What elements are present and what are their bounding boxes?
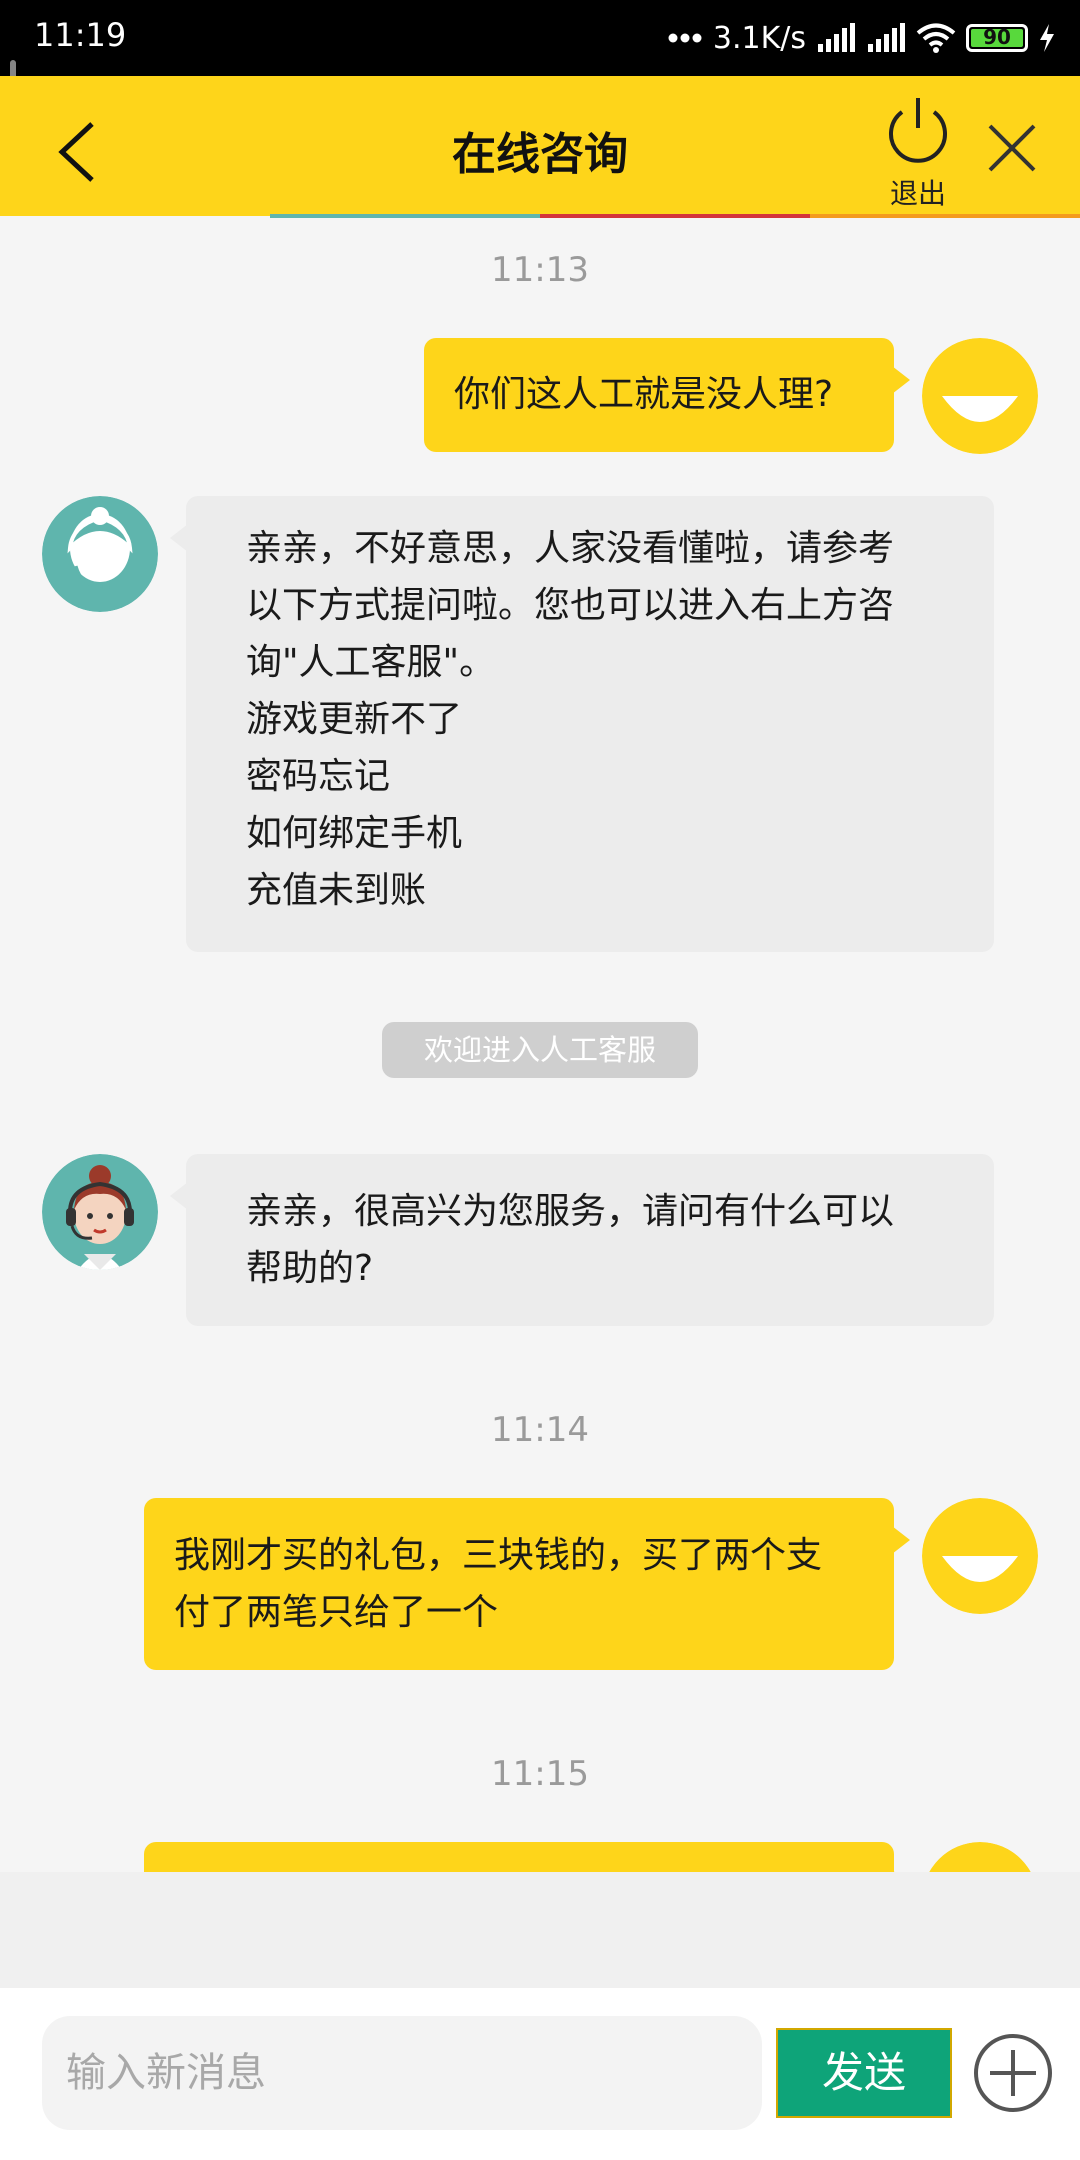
exit-label: 退出 <box>889 177 946 210</box>
close-icon <box>988 124 1036 172</box>
status-bar: 11:19 3.1K/s 90 <box>0 0 1080 76</box>
message-line: 付了两笔只给了一个 <box>174 1592 499 1633</box>
message-line: 我刚才买的礼包，三块钱的，买了两个支 <box>174 1535 823 1576</box>
wifi-icon <box>916 23 956 53</box>
agent-message: 亲亲，很高兴为您服务，请问有什么可以 帮助的? <box>170 1154 994 1326</box>
user-avatar[interactable] <box>922 1498 1038 1614</box>
quick-question-link[interactable]: 充值未到账 <box>246 862 954 919</box>
battery-icon: 90 <box>966 24 1028 52</box>
quick-question-link[interactable]: 密码忘记 <box>246 748 954 805</box>
message-line: 以下方式提问啦。您也可以进入右上方咨 <box>246 585 895 626</box>
message-line: 帮助的? <box>246 1248 374 1289</box>
user-avatar[interactable] <box>922 1842 1038 1872</box>
quick-question-link[interactable]: 游戏更新不了 <box>246 691 954 748</box>
status-time: 11:19 <box>34 16 127 54</box>
plus-circle-icon <box>974 2034 1052 2112</box>
signal-icon <box>818 23 855 52</box>
more-dots-icon <box>668 33 702 43</box>
agent-message: 亲亲，不好意思，人家没看懂啦，请参考 以下方式提问啦。您也可以进入右上方咨 询"… <box>170 496 994 952</box>
quick-question-link[interactable]: 如何绑定手机 <box>246 805 954 862</box>
user-message: 我刚才买的礼包，三块钱的，买了两个支 付了两笔只给了一个 <box>144 1498 910 1670</box>
system-notice: 欢迎进入人工客服 <box>382 1022 698 1078</box>
network-speed: 3.1K/s <box>712 20 806 56</box>
timestamp: 11:14 <box>491 1410 589 1450</box>
smiley-avatar-icon <box>922 338 1038 454</box>
message-input[interactable] <box>42 2016 762 2130</box>
message-line: 亲亲，很高兴为您服务，请问有什么可以 <box>246 1191 895 1232</box>
smiley-avatar-icon <box>922 1498 1038 1614</box>
status-icons: 3.1K/s 90 <box>667 14 1056 62</box>
add-attachment-button[interactable] <box>972 2032 1054 2114</box>
power-icon <box>889 98 947 163</box>
service-agent-icon <box>42 496 158 612</box>
support-agent-icon <box>42 1154 158 1270</box>
agent-avatar[interactable] <box>42 1154 158 1270</box>
signal-icon-2 <box>868 23 905 52</box>
timestamp: 11:15 <box>491 1754 589 1794</box>
user-avatar[interactable] <box>922 338 1038 454</box>
timestamp: 11:13 <box>491 250 589 290</box>
message-text: 你们这人工就是没人理? <box>454 374 834 415</box>
charging-icon <box>1040 24 1054 52</box>
agent-avatar[interactable] <box>42 496 158 612</box>
smiley-avatar-icon <box>929 1842 1031 1872</box>
header: 在线咨询 退出 <box>0 76 1080 216</box>
user-message <box>144 1842 910 1872</box>
user-message: 你们这人工就是没人理? <box>424 338 910 452</box>
battery-level: 90 <box>983 25 1011 49</box>
send-button[interactable]: 发送 <box>776 2028 952 2118</box>
message-line: 亲亲，不好意思，人家没看懂啦，请参考 <box>246 528 895 569</box>
exit-button[interactable]: 退出 <box>868 92 968 210</box>
input-bar: 发送 <box>0 1872 1080 2160</box>
close-button[interactable] <box>984 120 1040 176</box>
message-line: 询"人工客服"。 <box>246 642 496 683</box>
chat-area[interactable]: 11:13 你们这人工就是没人理? 亲亲，不好意思，人家没看懂啦，请参考 以下方… <box>0 218 1080 1872</box>
